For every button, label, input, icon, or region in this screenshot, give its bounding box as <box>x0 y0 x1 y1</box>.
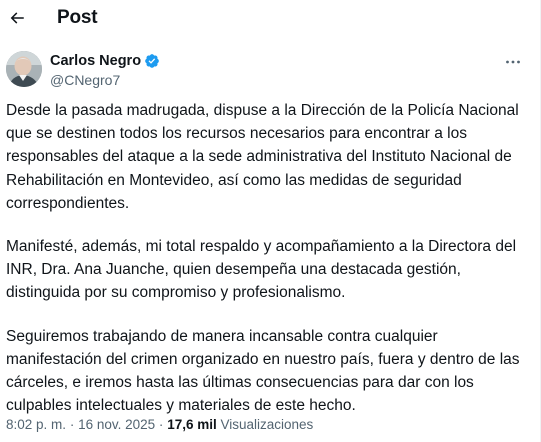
avatar-image <box>6 51 42 87</box>
arrow-left-icon <box>10 12 24 24</box>
name-line: Carlos Negro <box>50 53 160 69</box>
more-options-icon <box>506 60 520 64</box>
verified-badge-icon <box>145 54 159 68</box>
more-options-button[interactable] <box>502 55 524 69</box>
post-time[interactable]: 8:02 p. m. <box>6 417 66 432</box>
views-label: Visualizaciones <box>220 417 314 432</box>
back-button[interactable] <box>3 4 31 32</box>
meta-separator: · <box>158 417 164 432</box>
top-bar: Post <box>0 0 530 38</box>
tweet-paragraph: Desde la pasada madrugada, dispuse a la … <box>6 102 519 212</box>
tweet-paragraph: Manifesté, además, mi total respaldo y a… <box>6 238 517 302</box>
tweet-text: Desde la pasada madrugada, dispuse a la … <box>6 99 526 437</box>
views-count: 17,6 mil <box>167 417 217 432</box>
page-title: Post <box>57 7 98 28</box>
post-view: Post Carlos Negro @CNegro7 Desde la pasa… <box>0 0 541 442</box>
meta-separator: · <box>69 417 75 432</box>
author-row: Carlos Negro @CNegro7 <box>6 51 526 91</box>
tweet-paragraph: Seguiremos trabajando de manera incansab… <box>6 327 520 415</box>
author-handle[interactable]: @CNegro7 <box>50 72 120 88</box>
avatar[interactable] <box>6 51 42 87</box>
post-date[interactable]: 16 nov. 2025 <box>78 417 155 432</box>
author-name[interactable]: Carlos Negro <box>50 53 141 69</box>
tweet-meta: 8:02 p. m. · 16 nov. 2025 · 17,6 mil Vis… <box>6 417 526 432</box>
